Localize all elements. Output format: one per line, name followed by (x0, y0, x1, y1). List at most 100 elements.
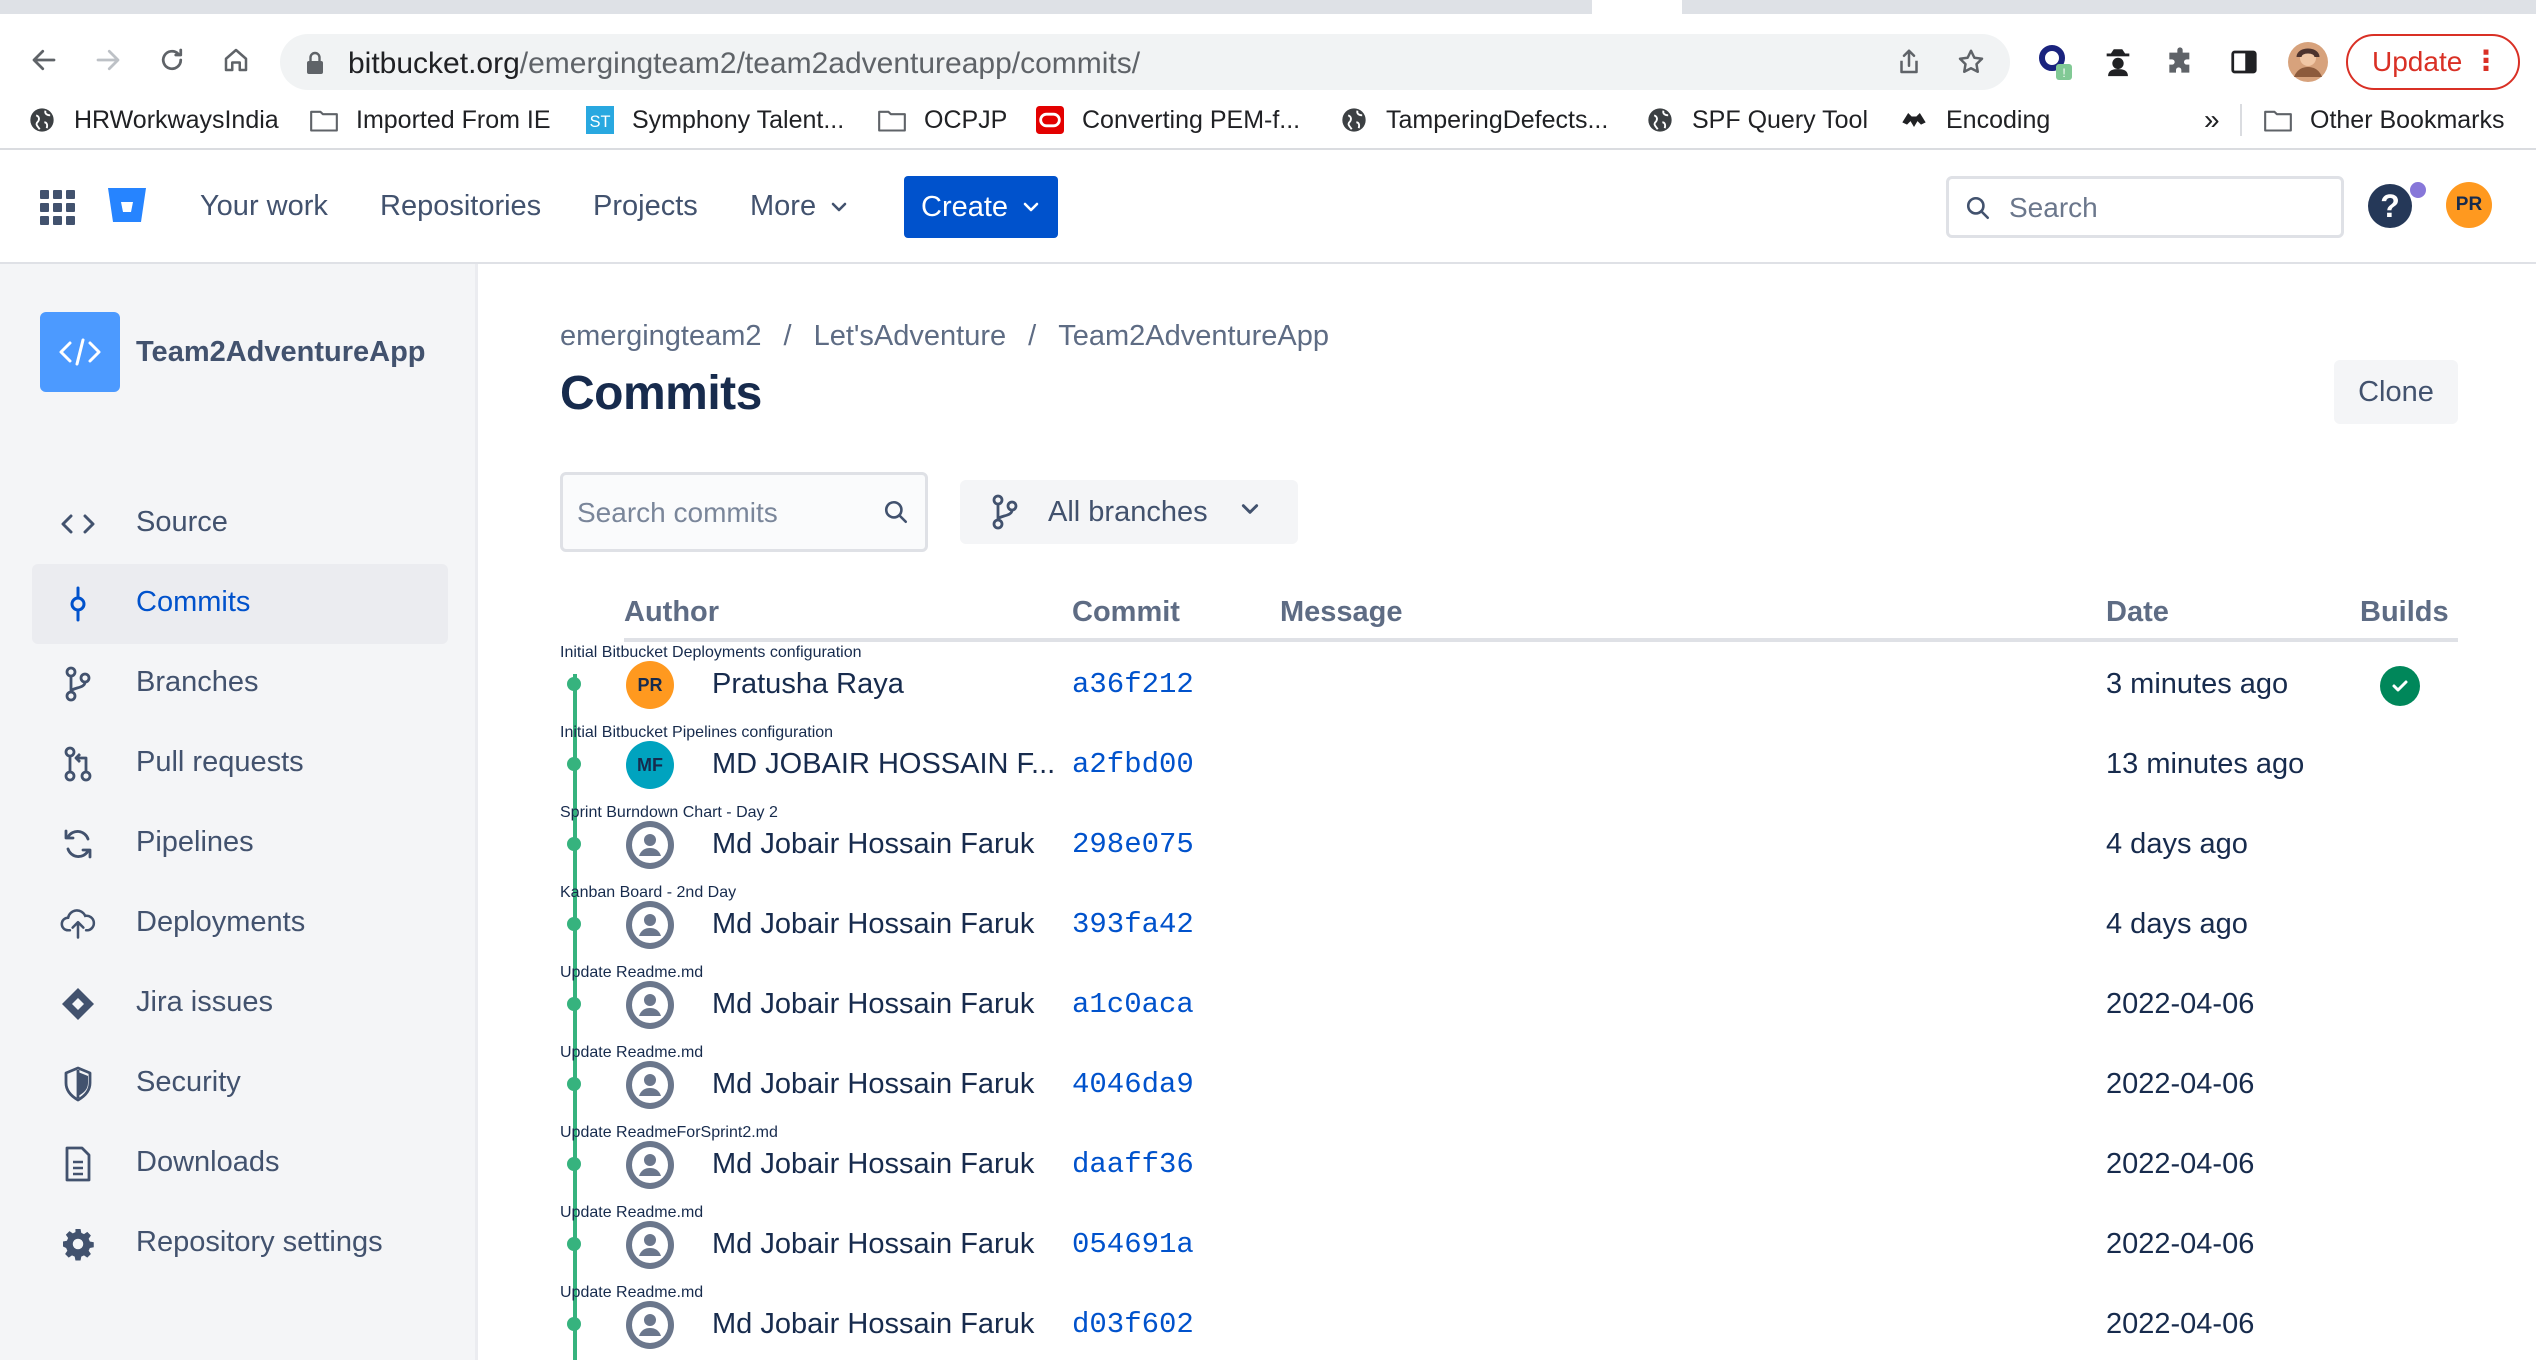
commit-date: 4 days ago (2106, 828, 2248, 860)
bookmark-item[interactable]: TamperingDefects... (1340, 98, 1608, 142)
bitbucket-logo-icon[interactable] (106, 186, 148, 226)
search-icon (884, 500, 908, 524)
pull-request-icon (60, 746, 96, 782)
sidebar-item-security[interactable]: Security (32, 1044, 448, 1124)
breadcrumb-repo[interactable]: Team2AdventureApp (1058, 320, 1329, 352)
sidebar-item-commits[interactable]: Commits (32, 564, 448, 644)
reload-icon (161, 48, 183, 71)
browser-tab-strip (0, 0, 2536, 14)
breadcrumb-project[interactable]: Let'sAdventure (814, 320, 1007, 352)
column-header-builds: Builds (2360, 596, 2449, 628)
deployments-icon (60, 906, 96, 942)
side-panel-button[interactable] (2222, 40, 2266, 84)
default-user-avatar-icon[interactable] (626, 981, 674, 1029)
table-row[interactable]: MF MD JOBAIR HOSSAIN F... a2fbd00 Initial B… (560, 724, 2458, 804)
nav-repositories[interactable]: Repositories (380, 190, 541, 223)
nav-projects[interactable]: Projects (593, 190, 698, 223)
commit-hash-link[interactable]: 054691a (1072, 1228, 1194, 1261)
table-row[interactable]: Md Jobair Hossain Faruk d03f602 Update Rea… (560, 1284, 2458, 1364)
commit-hash-link[interactable]: 393fa42 (1072, 908, 1194, 941)
table-row[interactable]: Md Jobair Hossain Faruk a1c0aca Update Rea… (560, 964, 2458, 1044)
other-bookmarks[interactable]: Other Bookmarks (2264, 98, 2505, 142)
create-button[interactable]: Create (904, 176, 1058, 238)
arrow-right-icon (96, 49, 120, 71)
back-button[interactable] (24, 40, 64, 80)
commit-graph-node (567, 837, 581, 851)
fox-icon (1900, 106, 1928, 134)
user-avatar[interactable]: PR (2446, 182, 2492, 228)
active-tab[interactable] (1592, 0, 1682, 14)
extensions-button[interactable] (2158, 40, 2202, 84)
commit-hash-link[interactable]: a36f212 (1072, 668, 1194, 701)
address-bar[interactable]: bitbucket.org/emergingteam2/team2adventu… (280, 34, 2010, 90)
bookmarks-bar: HRWorkwaysIndia Imported From IE ST Symp… (0, 90, 2536, 150)
bookmark-item[interactable]: OCPJP (878, 98, 1007, 142)
sidebar-item-source[interactable]: Source (32, 484, 448, 564)
clone-button[interactable]: Clone (2334, 360, 2458, 424)
commit-hash-link[interactable]: 298e075 (1072, 828, 1194, 861)
build-success-icon[interactable] (2380, 666, 2420, 706)
breadcrumb: emergingteam2 / Let'sAdventure / Team2Advent… (560, 320, 1329, 353)
default-user-avatar-icon[interactable] (626, 1141, 674, 1189)
menu-kebab-icon[interactable]: ⋮ (2472, 46, 2500, 76)
commit-hash-link[interactable]: a2fbd00 (1072, 748, 1194, 781)
commit-author: Md Jobair Hossain Faruk (712, 828, 1035, 860)
sidebar-item-pull-requests[interactable]: Pull requests (32, 724, 448, 804)
table-row[interactable]: Md Jobair Hossain Faruk 298e075 Sprint Bur… (560, 804, 2458, 884)
table-row[interactable]: Md Jobair Hossain Faruk 4046da9 Update Rea… (560, 1044, 2458, 1124)
bookmark-item[interactable]: Imported From IE (310, 98, 551, 142)
help-button[interactable]: ? (2368, 184, 2412, 228)
update-button[interactable]: Update ⋮ (2346, 34, 2520, 90)
default-user-avatar-icon[interactable] (626, 1301, 674, 1349)
commit-hash-link[interactable]: 4046da9 (1072, 1068, 1194, 1101)
commit-message: Update Readme.md (560, 964, 704, 981)
sidebar-item-downloads[interactable]: Downloads (32, 1124, 448, 1204)
search-commits-input[interactable]: Search commits (560, 472, 928, 552)
nav-your-work[interactable]: Your work (200, 190, 328, 223)
profile-button[interactable] (2286, 40, 2330, 84)
author-avatar[interactable]: PR (626, 661, 674, 709)
default-user-avatar-icon[interactable] (626, 1061, 674, 1109)
breadcrumb-workspace[interactable]: emergingteam2 (560, 320, 762, 352)
default-user-avatar-icon[interactable] (626, 821, 674, 869)
bookmark-item[interactable]: Encoding (1900, 98, 2050, 142)
global-search-input[interactable]: Search (1946, 176, 2344, 238)
bookmark-item[interactable]: Converting PEM-f... (1036, 98, 1300, 142)
commit-hash-link[interactable]: a1c0aca (1072, 988, 1194, 1021)
commit-message: Sprint Burndown Chart - Day 2 (560, 804, 778, 821)
sidebar-item-jira-issues[interactable]: Jira issues (32, 964, 448, 1044)
repo-name[interactable]: Team2AdventureApp (136, 336, 426, 369)
bookmark-star-icon[interactable] (1956, 47, 1986, 77)
sidebar-item-pipelines[interactable]: Pipelines (32, 804, 448, 884)
table-row[interactable]: Md Jobair Hossain Faruk 393fa42 Kanban Boa… (560, 884, 2458, 964)
share-icon[interactable] (1894, 47, 1924, 77)
table-row[interactable]: PR Pratusha Raya a36f212 Initial Bitbucket … (560, 644, 2458, 724)
sidebar-item-deployments[interactable]: Deployments (32, 884, 448, 964)
chevron-down-icon (1023, 202, 1039, 212)
home-button[interactable] (216, 40, 256, 80)
sidebar-item-repository-settings[interactable]: Repository settings (32, 1204, 448, 1284)
branch-filter-dropdown[interactable]: All branches (960, 480, 1298, 544)
author-avatar[interactable]: MF (626, 741, 674, 789)
forward-button[interactable] (88, 40, 128, 80)
bookmark-label: OCPJP (924, 105, 1008, 134)
bookmark-item[interactable]: ST Symphony Talent... (586, 98, 844, 142)
nav-more[interactable]: More (750, 190, 848, 223)
extension-2-button[interactable] (2096, 40, 2140, 84)
app-switcher-icon[interactable] (40, 190, 76, 226)
repo-avatar[interactable] (40, 312, 120, 392)
commit-hash-link[interactable]: daaff36 (1072, 1148, 1194, 1181)
bookmark-item[interactable]: HRWorkwaysIndia (28, 98, 279, 142)
reload-button[interactable] (152, 40, 192, 80)
commit-hash-link[interactable]: d03f602 (1072, 1308, 1194, 1341)
commit-date: 2022-04-06 (2106, 988, 2255, 1020)
default-user-avatar-icon[interactable] (626, 1221, 674, 1269)
table-row[interactable]: Md Jobair Hossain Faruk daaff36 Update Rea… (560, 1124, 2458, 1204)
table-row[interactable]: Md Jobair Hossain Faruk 054691a Update Rea… (560, 1204, 2458, 1284)
sidebar-item-branches[interactable]: Branches (32, 644, 448, 724)
commit-author: Pratusha Raya (712, 668, 904, 700)
extension-1-button[interactable]: ! (2034, 40, 2078, 84)
default-user-avatar-icon[interactable] (626, 901, 674, 949)
bookmarks-overflow-button[interactable]: » (2204, 98, 2220, 142)
bookmark-item[interactable]: SPF Query Tool (1646, 98, 1868, 142)
